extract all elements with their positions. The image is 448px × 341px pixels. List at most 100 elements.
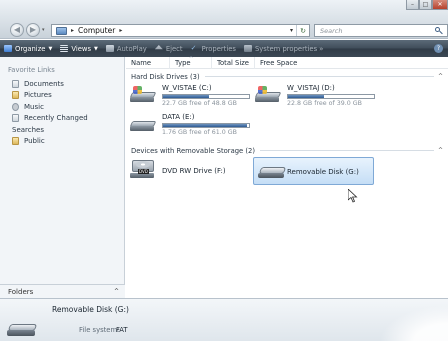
organize-label: Organize xyxy=(15,44,46,53)
column-name-label: Name xyxy=(131,59,152,67)
navigation-pane: Favorite Links Documents Pictures Music … xyxy=(0,57,333,298)
nav-item-searches[interactable]: Searches xyxy=(12,102,333,136)
public-icon xyxy=(12,137,19,146)
back-button[interactable]: ◀ xyxy=(10,23,24,37)
column-header-type[interactable]: ^ Type xyxy=(170,56,212,69)
eject-icon xyxy=(154,45,163,50)
group-divider xyxy=(204,76,434,77)
hard-drive-icon xyxy=(129,113,157,133)
nav-item-music[interactable]: Music xyxy=(12,101,88,113)
breadcrumb-computer[interactable]: Computer xyxy=(78,26,115,35)
recently-changed-icon xyxy=(12,114,19,123)
file-system-value: FAT xyxy=(116,326,128,334)
drive-item-f[interactable]: DVD DVD RW Drive (F:) xyxy=(130,160,226,180)
sort-ascending-icon: ^ xyxy=(189,56,194,62)
dvd-drive-icon: DVD xyxy=(130,160,156,180)
removable-disk-icon xyxy=(7,321,38,337)
address-history-dropdown[interactable]: ▾ xyxy=(290,27,293,34)
nav-item-label: Pictures xyxy=(24,91,52,100)
system-drive-icon xyxy=(129,84,157,104)
file-list-pane: Name ^ Type Total Size Free Space Hard D… xyxy=(126,56,448,298)
drive-name: W_VISTAJ (D:) xyxy=(287,84,335,92)
views-label: Views xyxy=(71,44,91,53)
views-button[interactable]: Views ▼ xyxy=(56,40,102,57)
column-free-label: Free Space xyxy=(260,59,298,67)
nav-item-documents[interactable]: Documents xyxy=(12,78,88,90)
refresh-icon[interactable]: ↻ xyxy=(296,25,309,36)
properties-button[interactable]: ✓ Properties xyxy=(187,40,240,57)
group-title: Devices with Removable Storage (2) xyxy=(131,146,256,155)
command-bar: Organize ▼ Views ▼ AutoPlay Eject ✓ Prop… xyxy=(0,40,448,57)
autoplay-label: AutoPlay xyxy=(116,44,147,53)
chevron-down-icon: ▼ xyxy=(48,45,53,52)
views-icon xyxy=(60,45,69,52)
system-properties-button[interactable]: System properties » xyxy=(240,40,328,57)
computer-icon xyxy=(56,26,67,35)
drive-usage-fill xyxy=(288,95,324,98)
minimize-button[interactable]: – xyxy=(406,0,419,10)
drive-free-space: 22.7 GB free of 48.8 GB xyxy=(162,100,237,107)
drive-usage-fill xyxy=(163,95,209,98)
column-header-total-size[interactable]: Total Size xyxy=(212,57,255,69)
group-header-hard-disks[interactable]: Hard Disk Drives (3) ^ xyxy=(131,72,446,81)
drive-usage-bar xyxy=(162,123,250,128)
drive-free-space: 22.8 GB free of 39.0 GB xyxy=(287,100,362,107)
help-icon[interactable]: ? xyxy=(434,44,443,53)
nav-item-label: Documents xyxy=(24,79,64,88)
column-headers: Name ^ Type Total Size Free Space xyxy=(126,56,448,69)
drive-name: Removable Disk (G:) xyxy=(287,168,359,176)
column-total-label: Total Size xyxy=(217,59,249,67)
nav-item-recently-changed[interactable]: Recently Changed xyxy=(12,113,88,125)
dvd-badge: DVD xyxy=(138,169,149,174)
column-header-free-space[interactable]: Free Space xyxy=(255,57,303,69)
search-input[interactable]: Search xyxy=(320,27,434,35)
drive-item-d[interactable]: W_VISTAJ (D:) 22.8 GB free of 39.0 GB xyxy=(254,84,375,107)
drive-usage-bar xyxy=(287,94,375,99)
eject-label: Eject xyxy=(165,44,183,53)
recent-pages-dropdown[interactable]: ▾ xyxy=(42,27,45,33)
title-bar: – □ ✕ ◀ ▶ ▾ ▸ Computer ▸ ▾ ↻ Search xyxy=(0,0,448,39)
breadcrumb-separator[interactable]: ▸ xyxy=(71,27,74,34)
system-properties-label: System properties xyxy=(254,44,318,53)
documents-icon xyxy=(12,79,19,88)
chevron-up-icon[interactable]: ^ xyxy=(438,147,446,154)
column-header-name[interactable]: Name xyxy=(126,57,170,69)
chevron-down-icon: ▼ xyxy=(93,45,98,52)
checkmark-icon: ✓ xyxy=(190,44,197,52)
drive-item-e[interactable]: DATA (E:) 1.76 GB free of 61.0 GB xyxy=(129,113,250,136)
breadcrumb-separator-trailing[interactable]: ▸ xyxy=(119,27,122,34)
details-title: Removable Disk (G:) xyxy=(52,305,129,314)
nav-item-pictures[interactable]: Pictures xyxy=(12,90,88,102)
address-bar[interactable]: ▸ Computer ▸ ▾ ↻ xyxy=(51,24,310,37)
favorite-links-list: Documents Pictures Music Recently Change… xyxy=(12,78,333,148)
chevron-up-icon[interactable]: ^ xyxy=(438,73,446,80)
drive-usage-fill xyxy=(163,124,247,127)
autoplay-button[interactable]: AutoPlay xyxy=(102,40,151,57)
drive-item-g-selected[interactable]: Removable Disk (G:) xyxy=(253,157,374,185)
folders-toggle[interactable]: Folders ^ xyxy=(0,284,125,298)
nav-item-label: Recently Changed xyxy=(24,114,88,123)
forward-button[interactable]: ▶ xyxy=(26,23,40,37)
pictures-icon xyxy=(12,91,19,100)
search-icon[interactable] xyxy=(434,26,444,36)
favorite-links-heading: Favorite Links xyxy=(8,66,55,74)
removable-disk-icon xyxy=(258,164,287,180)
maximize-button[interactable]: □ xyxy=(419,0,432,10)
system-properties-icon xyxy=(243,45,252,52)
nav-item-public[interactable]: Public xyxy=(12,136,88,148)
eject-button[interactable]: Eject xyxy=(151,40,187,57)
nav-item-label: Music xyxy=(24,102,44,111)
drive-item-c[interactable]: W_VISTAE (C:) 22.7 GB free of 48.8 GB xyxy=(129,84,250,107)
drive-usage-bar xyxy=(162,94,250,99)
close-button[interactable]: ✕ xyxy=(432,0,448,10)
nav-item-label: Searches xyxy=(12,125,45,134)
search-box[interactable]: Search xyxy=(314,24,448,37)
decorative-swoosh xyxy=(368,299,448,341)
organize-button[interactable]: Organize ▼ xyxy=(0,40,56,57)
group-title: Hard Disk Drives (3) xyxy=(131,72,200,81)
more-commands-icon[interactable]: » xyxy=(319,45,323,53)
details-pane: Removable Disk (G:) File system: FAT xyxy=(0,298,448,341)
group-header-removable[interactable]: Devices with Removable Storage (2) ^ xyxy=(131,146,446,155)
file-system-label: File system: xyxy=(79,326,120,334)
autoplay-icon xyxy=(105,45,114,52)
